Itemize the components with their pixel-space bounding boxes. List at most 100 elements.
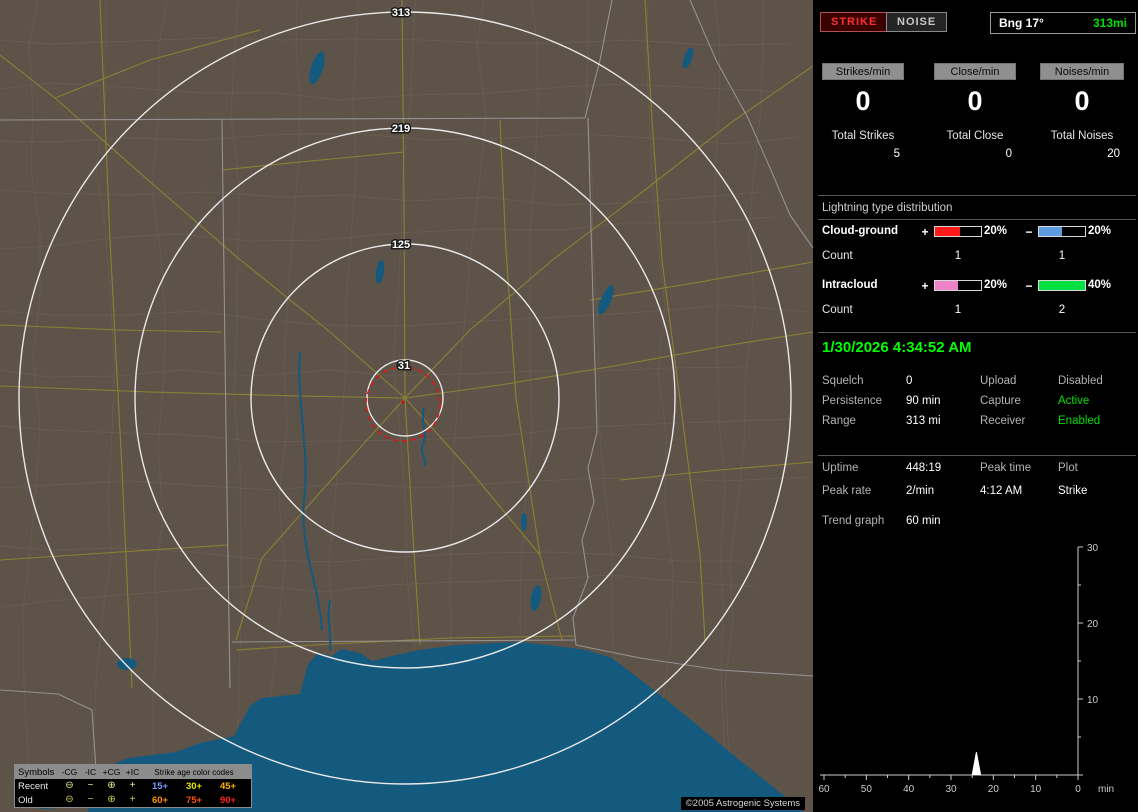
persistence-label: Persistence — [822, 395, 883, 407]
close-per-min-chip[interactable]: Close/min — [934, 63, 1016, 80]
receiver-label: Receiver — [980, 415, 1026, 427]
divider — [818, 195, 1136, 196]
ic-count-label: Count — [822, 304, 853, 316]
total-close-value: 0 — [1005, 148, 1012, 160]
ic-plus-count: 1 — [954, 304, 962, 316]
neg-ic-icon: − — [87, 794, 94, 805]
legend-col-pos-ic: +IC — [125, 767, 140, 777]
svg-text:0: 0 — [1075, 784, 1081, 795]
legend-old-row: Old ⊖ − ⊕ + 60+ 75+ 90+ — [15, 793, 251, 807]
cg-count-label: Count — [822, 250, 853, 262]
peak-time-label: Peak time — [980, 462, 1032, 474]
peak-rate-value: 2/min — [906, 485, 935, 497]
divider — [818, 332, 1136, 333]
cg-plus-count: 1 — [954, 250, 962, 262]
strikes-per-min-value: 0 — [855, 86, 871, 116]
age-code-15: 15+ — [151, 780, 169, 792]
strike-toggle-button[interactable]: STRIKE — [820, 12, 889, 32]
age-code-90: 90+ — [219, 794, 237, 806]
neg-ic-icon: − — [87, 780, 94, 791]
strikes-per-min-chip[interactable]: Strikes/min — [822, 63, 904, 80]
legend-header-row: Symbols -CG -IC +CG +IC Strike age color… — [15, 765, 251, 779]
age-code-45: 45+ — [219, 780, 237, 792]
range-value: 313 mi — [906, 415, 941, 427]
minus-sign: − — [1025, 279, 1033, 293]
app-window: 313 219 125 31 Symbols -CG -IC +CG +IC S… — [0, 0, 1138, 812]
status-panel: STRIKE NOISE Bng 17° 313mi Strikes/min C… — [818, 0, 1138, 812]
legend-symbols-header: Symbols — [18, 766, 55, 778]
minus-sign: − — [1025, 225, 1033, 239]
uptime-value: 448:19 — [906, 462, 942, 474]
cg-minus-bar — [1038, 226, 1086, 237]
legend-recent-label: Recent — [18, 780, 49, 792]
noises-per-min-chip[interactable]: Noises/min — [1040, 63, 1124, 80]
cg-plus-bar — [934, 226, 982, 237]
strike-symbol-legend: Symbols -CG -IC +CG +IC Strike age color… — [14, 764, 252, 808]
svg-text:10: 10 — [1087, 695, 1099, 706]
svg-text:min: min — [1098, 784, 1114, 795]
lightning-map[interactable]: 313 219 125 31 Symbols -CG -IC +CG +IC S… — [0, 0, 813, 812]
svg-text:20: 20 — [988, 784, 1000, 795]
trend-graph-label: Trend graph — [822, 515, 885, 527]
age-code-60: 60+ — [151, 794, 169, 806]
cloud-ground-label: Cloud-ground — [822, 225, 899, 237]
capture-status: Active — [1058, 395, 1090, 407]
noise-toggle-button[interactable]: NOISE — [886, 12, 948, 32]
ic-plus-bar — [934, 280, 982, 291]
map-canvas: 313 219 125 31 — [0, 0, 813, 812]
capture-label: Capture — [980, 395, 1021, 407]
bearing-range-value: 313mi — [1092, 16, 1127, 30]
range-label: Range — [822, 415, 856, 427]
uptime-label: Uptime — [822, 462, 859, 474]
ic-minus-count: 2 — [1058, 304, 1066, 316]
legend-old-label: Old — [18, 794, 33, 806]
ic-plus-bar-fill — [935, 281, 958, 290]
upload-status: Disabled — [1058, 375, 1103, 387]
ic-minus-bar — [1038, 280, 1086, 291]
close-per-min-value: 0 — [967, 86, 983, 116]
ring-label-219: 219 — [392, 123, 410, 135]
ic-plus-pct: 20% — [984, 279, 1008, 291]
legend-col-neg-ic: -IC — [84, 767, 97, 777]
plot-label: Plot — [1058, 462, 1078, 474]
bearing-display: Bng 17° 313mi — [990, 12, 1136, 34]
legend-col-pos-cg: +CG — [102, 767, 121, 777]
legend-recent-row: Recent ⊖ − ⊕ + 15+ 30+ 45+ — [15, 779, 251, 793]
svg-text:60: 60 — [818, 784, 830, 795]
pos-cg-icon: ⊕ — [107, 794, 116, 805]
receiver-center-marker — [401, 400, 405, 404]
ring-label-125: 125 — [392, 239, 410, 251]
plus-sign: + — [921, 225, 929, 239]
plus-sign: + — [921, 279, 929, 293]
divider — [818, 219, 1136, 220]
upload-label: Upload — [980, 375, 1017, 387]
neg-cg-icon: ⊖ — [65, 780, 74, 791]
svg-text:50: 50 — [861, 784, 873, 795]
total-close-label: Total Close — [946, 130, 1004, 142]
noises-per-min-value: 0 — [1074, 86, 1090, 116]
ic-minus-bar-fill — [1039, 281, 1085, 290]
total-strikes-label: Total Strikes — [831, 130, 895, 142]
trend-graph-plot: 60 50 40 30 20 10 0 min 10 20 30 — [818, 543, 1114, 795]
svg-text:20: 20 — [1087, 619, 1099, 630]
trend-graph-span: 60 min — [906, 515, 941, 527]
intracloud-label: Intracloud — [822, 279, 878, 291]
squelch-label: Squelch — [822, 375, 864, 387]
cg-minus-pct: 20% — [1088, 225, 1112, 237]
ring-label-31: 31 — [398, 360, 410, 372]
datetime-clock: 1/30/2026 4:34:52 AM — [822, 339, 972, 356]
svg-text:10: 10 — [1030, 784, 1042, 795]
legend-col-neg-cg: -CG — [61, 767, 78, 777]
pos-cg-icon: ⊕ — [107, 780, 116, 791]
ic-minus-pct: 40% — [1088, 279, 1112, 291]
total-noises-value: 20 — [1107, 148, 1120, 160]
cg-minus-bar-fill — [1039, 227, 1062, 236]
pos-ic-icon: + — [129, 780, 136, 791]
divider — [818, 455, 1136, 456]
age-code-30: 30+ — [185, 780, 203, 792]
distribution-title: Lightning type distribution — [822, 202, 953, 214]
peak-rate-label: Peak rate — [822, 485, 872, 497]
bearing-value: Bng 17° — [999, 16, 1044, 30]
age-code-75: 75+ — [185, 794, 203, 806]
neg-cg-icon: ⊖ — [65, 794, 74, 805]
